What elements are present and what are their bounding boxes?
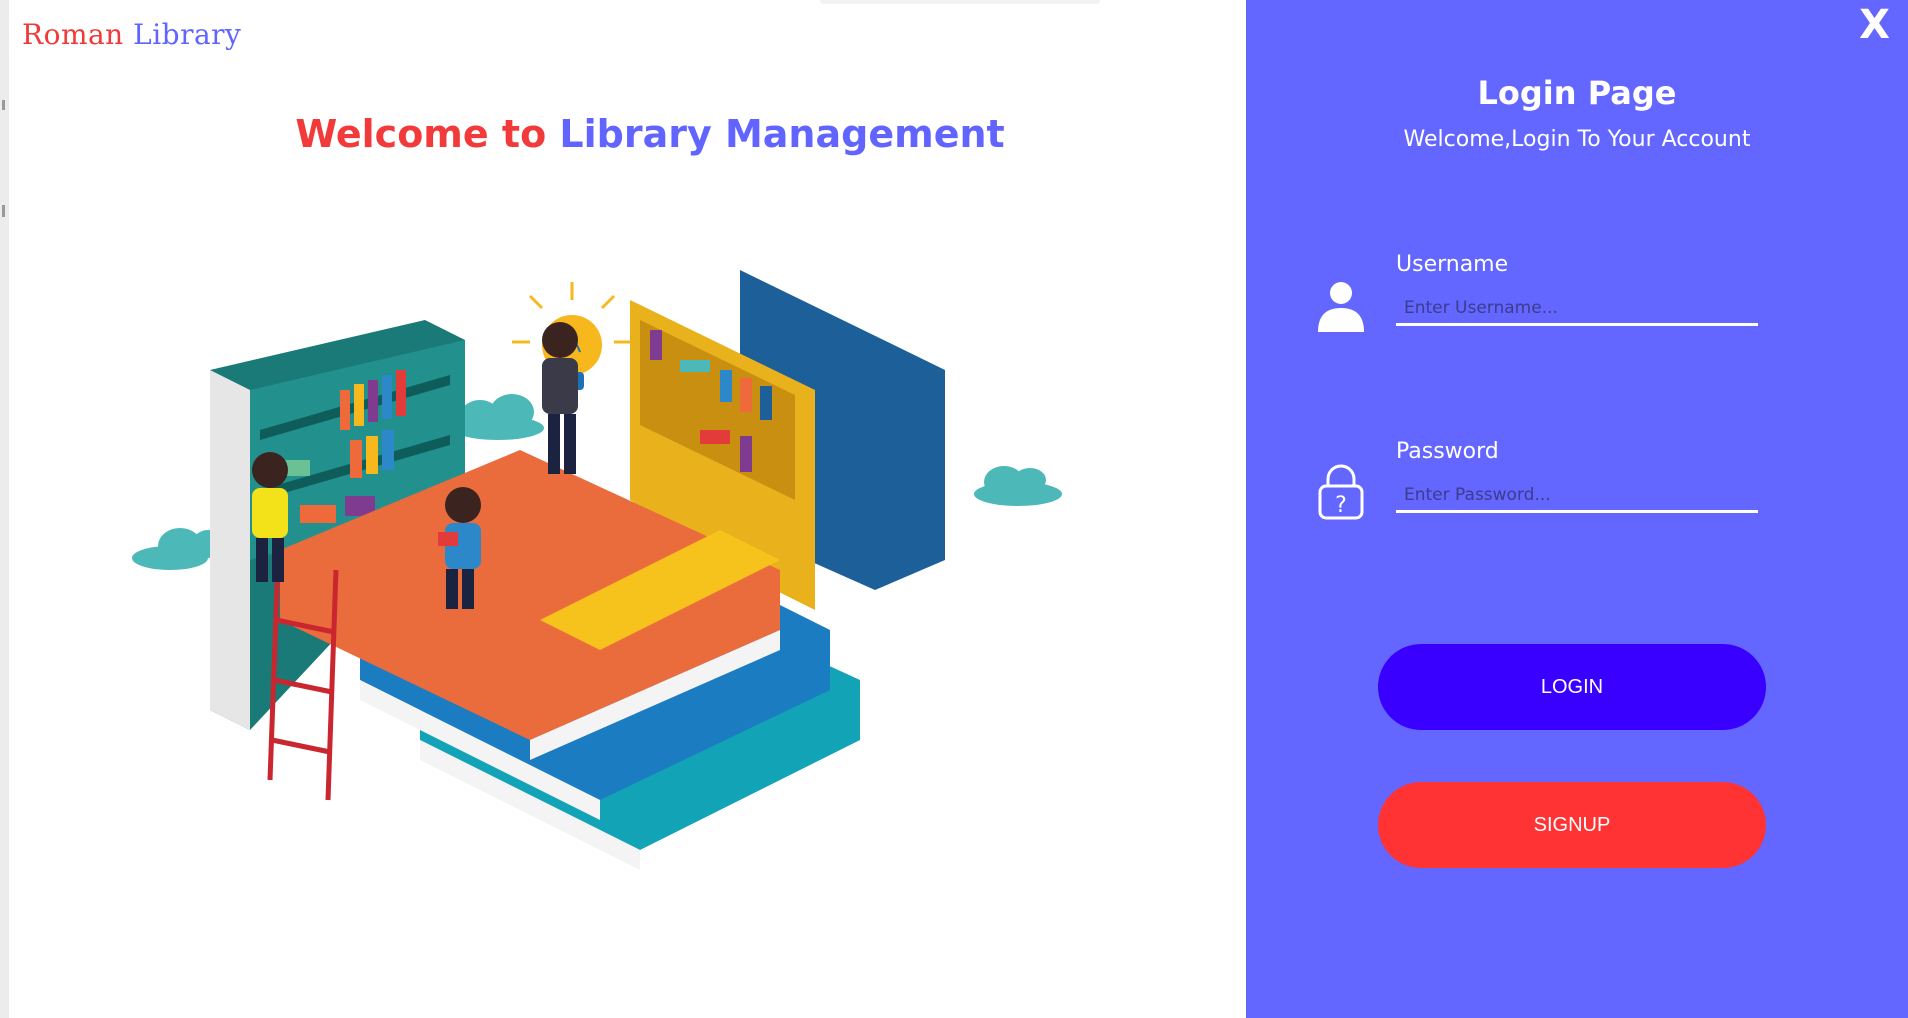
top-shadow — [820, 0, 1100, 4]
edge-mark — [2, 100, 5, 110]
edge-mark — [2, 205, 5, 217]
cloud-middle — [452, 394, 544, 440]
user-icon — [1318, 282, 1364, 332]
welcome-part2: Library Management — [559, 112, 1005, 156]
welcome-heading: Welcome to Library Management — [0, 112, 1300, 156]
password-input[interactable] — [1396, 479, 1758, 513]
login-subtitle: Welcome,Login To Your Account — [1403, 127, 1751, 152]
signup-button[interactable]: SIGNUP — [1378, 782, 1766, 868]
login-panel: X Login Page Welcome,Login To Your Accou… — [1246, 0, 1908, 1018]
brand-word-library: Library — [133, 18, 242, 51]
username-label: Username — [1396, 252, 1509, 277]
svg-text:?: ? — [1335, 493, 1347, 518]
lock-question-icon: ? — [1318, 464, 1364, 520]
cloud-right — [974, 466, 1062, 506]
brand-word-roman: Roman — [22, 18, 124, 51]
login-button[interactable]: LOGIN — [1378, 644, 1766, 730]
welcome-part1: Welcome to — [295, 112, 547, 156]
close-button[interactable]: X — [1859, 2, 1890, 48]
username-input[interactable] — [1396, 292, 1758, 326]
password-label: Password — [1396, 439, 1499, 464]
library-illustration — [132, 270, 1062, 870]
login-title: Login Page — [1477, 74, 1677, 112]
person-standing — [542, 322, 578, 474]
app-brand: Roman Library — [22, 18, 241, 51]
